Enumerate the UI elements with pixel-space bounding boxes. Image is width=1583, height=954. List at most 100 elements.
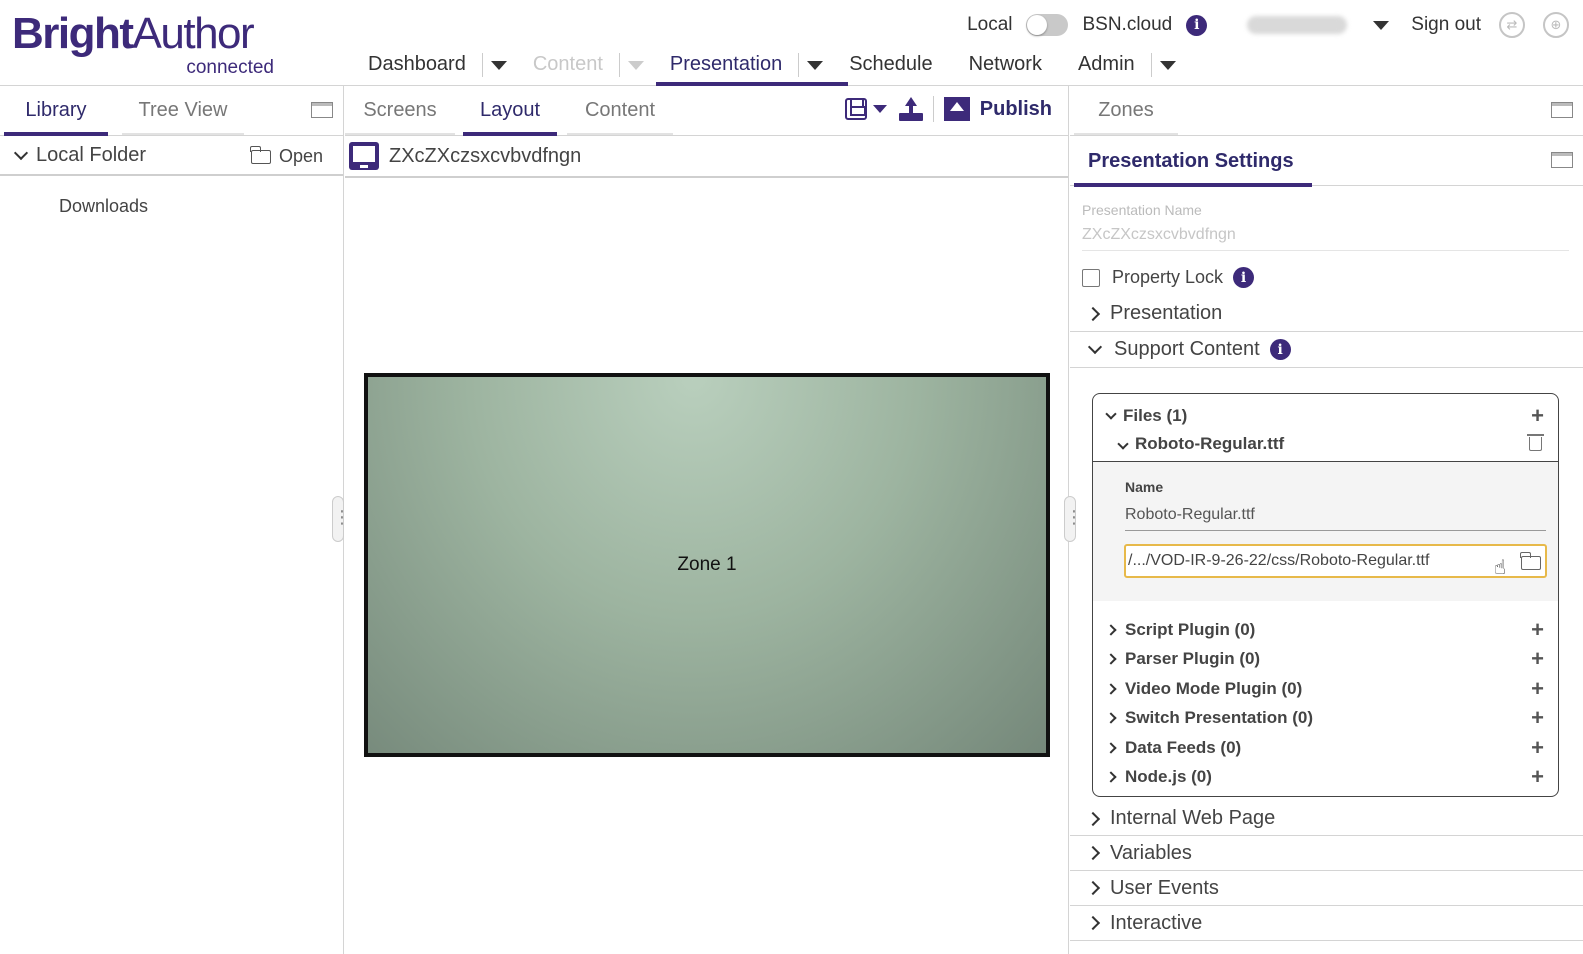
presentation-name: ZXcZXczsxcvbvdfngn	[389, 144, 582, 167]
nav-divider	[798, 53, 800, 77]
tab-tree-view[interactable]: Tree View	[122, 85, 244, 135]
sign-out-link[interactable]: Sign out	[1411, 14, 1481, 36]
files-group-label: Files (1)	[1123, 406, 1188, 425]
nav-network[interactable]: Network	[957, 44, 1054, 84]
cloud-info-icon[interactable]: i	[1186, 14, 1208, 36]
tab-presentation-settings[interactable]: Presentation Settings	[1074, 136, 1312, 187]
add-switch-presentation-icon[interactable]: +	[1531, 707, 1544, 729]
add-video-mode-plugin-icon[interactable]: +	[1531, 678, 1544, 700]
nodejs-row[interactable]: Node.js (0) +	[1093, 763, 1558, 791]
tab-content[interactable]: Content	[567, 85, 673, 135]
property-lock-checkbox[interactable]	[1082, 268, 1100, 287]
local-cloud-toggle[interactable]	[1026, 14, 1069, 36]
section-interactive[interactable]: Interactive	[1070, 906, 1583, 941]
monitor-icon	[349, 142, 379, 170]
add-file-icon[interactable]: +	[1531, 405, 1544, 427]
script-plugin-row[interactable]: Script Plugin (0) +	[1093, 616, 1558, 644]
main-navigation: Dashboard Content Presentation Schedule …	[356, 44, 1190, 86]
tab-content-label: Content	[584, 98, 656, 121]
top-utility-bar: Local BSN.cloud i Sign out ⇄ ⊕	[967, 10, 1569, 40]
zone-1-canvas[interactable]: Zone 1	[364, 373, 1050, 757]
section-internal-web-page[interactable]: Internal Web Page	[1070, 802, 1583, 836]
brightauthor-logo[interactable]: BrightAuthor connected	[12, 8, 282, 80]
hand-cursor-icon: ☝	[1493, 557, 1506, 579]
nav-admin[interactable]: Admin	[1066, 44, 1147, 84]
file-item-label: Roboto-Regular.ttf	[1135, 434, 1285, 453]
file-path-input[interactable]	[1126, 546, 1511, 576]
files-group-header[interactable]: Files (1) +	[1093, 402, 1558, 430]
video-mode-plugin-row[interactable]: Video Mode Plugin (0) +	[1093, 675, 1558, 703]
zone-label: Zone 1	[677, 554, 737, 575]
local-folder-label: Local Folder	[36, 143, 147, 166]
tab-screens[interactable]: Screens	[345, 85, 455, 135]
nav-presentation[interactable]: Presentation	[655, 44, 849, 86]
publish-icon[interactable]	[943, 97, 970, 121]
add-script-plugin-icon[interactable]: +	[1531, 619, 1544, 641]
left-panel-resize-handle[interactable]	[332, 496, 344, 542]
add-nodejs-icon[interactable]: +	[1531, 766, 1544, 788]
section-user-events[interactable]: User Events	[1070, 871, 1583, 906]
open-folder-button[interactable]: Open	[250, 145, 323, 167]
file-item-row[interactable]: Roboto-Regular.ttf	[1093, 430, 1558, 458]
chevron-right-icon	[1085, 880, 1101, 896]
account-dropdown-icon[interactable]	[1373, 20, 1390, 30]
section-presentation[interactable]: Presentation	[1070, 296, 1583, 332]
nav-divider	[1150, 53, 1152, 77]
section-support-content[interactable]: Support Content i	[1070, 332, 1583, 368]
upload-icon[interactable]	[898, 97, 923, 121]
parser-plugin-row[interactable]: Parser Plugin (0) +	[1093, 645, 1558, 673]
presentation-dropdown-icon[interactable]	[807, 60, 824, 70]
left-tabs: Library Tree View	[0, 86, 343, 136]
tab-layout[interactable]: Layout	[463, 85, 557, 136]
open-label: Open	[278, 146, 323, 166]
toolbar-divider	[932, 96, 934, 122]
video-mode-plugin-label: Video Mode Plugin (0)	[1125, 679, 1303, 698]
file-path-field[interactable]	[1124, 544, 1547, 578]
maximize-settings-icon[interactable]	[1551, 152, 1573, 168]
file-name-field[interactable]: Roboto-Regular.ttf	[1125, 506, 1546, 531]
delete-file-icon[interactable]	[1527, 434, 1544, 451]
logo-author: Author	[132, 9, 255, 58]
tab-tree-view-label: Tree View	[138, 98, 228, 121]
admin-dropdown-icon[interactable]	[1159, 60, 1176, 70]
tab-underline	[345, 133, 455, 135]
local-label: Local	[967, 14, 1013, 35]
chevron-right-icon	[1105, 712, 1117, 724]
publish-button[interactable]: Publish	[980, 98, 1052, 121]
property-lock-info-icon[interactable]: i	[1233, 267, 1255, 288]
add-parser-plugin-icon[interactable]: +	[1531, 648, 1544, 670]
support-content-info-icon[interactable]: i	[1269, 339, 1291, 360]
switch-presentation-row[interactable]: Switch Presentation (0) +	[1093, 704, 1558, 732]
chevron-right-icon	[1085, 845, 1101, 861]
data-feeds-row[interactable]: Data Feeds (0) +	[1093, 734, 1558, 762]
add-data-feed-icon[interactable]: +	[1531, 737, 1544, 759]
chevron-right-icon	[1085, 915, 1101, 931]
nav-content[interactable]: Content	[521, 44, 615, 84]
content-dropdown-icon[interactable]	[627, 60, 644, 70]
script-plugin-label: Script Plugin (0)	[1125, 620, 1256, 639]
folder-item-downloads[interactable]: Downloads	[0, 176, 343, 217]
nav-schedule[interactable]: Schedule	[837, 44, 944, 84]
section-variables-label: Variables	[1110, 841, 1192, 864]
save-dropdown-icon[interactable]	[872, 105, 887, 113]
globe-icon[interactable]: ⊕	[1543, 12, 1569, 38]
presentation-toolbar: Publish	[844, 96, 1052, 122]
nav-dashboard[interactable]: Dashboard	[356, 44, 478, 84]
settings-title-row: Presentation Settings	[1070, 136, 1583, 187]
tab-library[interactable]: Library	[4, 85, 108, 136]
save-icon[interactable]	[844, 98, 867, 120]
browse-folder-icon[interactable]	[1520, 552, 1541, 570]
dashboard-dropdown-icon[interactable]	[490, 60, 507, 70]
user-account-name[interactable]	[1247, 16, 1348, 34]
section-internal-web-label: Internal Web Page	[1110, 807, 1276, 829]
tab-zones-label: Zones	[1098, 98, 1154, 121]
tab-underline	[567, 133, 673, 135]
presentation-name-bar: ZXcZXczsxcvbvdfngn	[345, 136, 1068, 178]
section-variables[interactable]: Variables	[1070, 836, 1583, 871]
maximize-panel-icon[interactable]	[311, 102, 333, 118]
tab-screens-label: Screens	[363, 98, 437, 121]
sync-icon[interactable]: ⇄	[1499, 12, 1525, 38]
tab-zones[interactable]: Zones	[1074, 85, 1178, 135]
maximize-panel-icon[interactable]	[1551, 102, 1573, 118]
local-folder-header[interactable]: Local Folder Open	[0, 136, 343, 176]
